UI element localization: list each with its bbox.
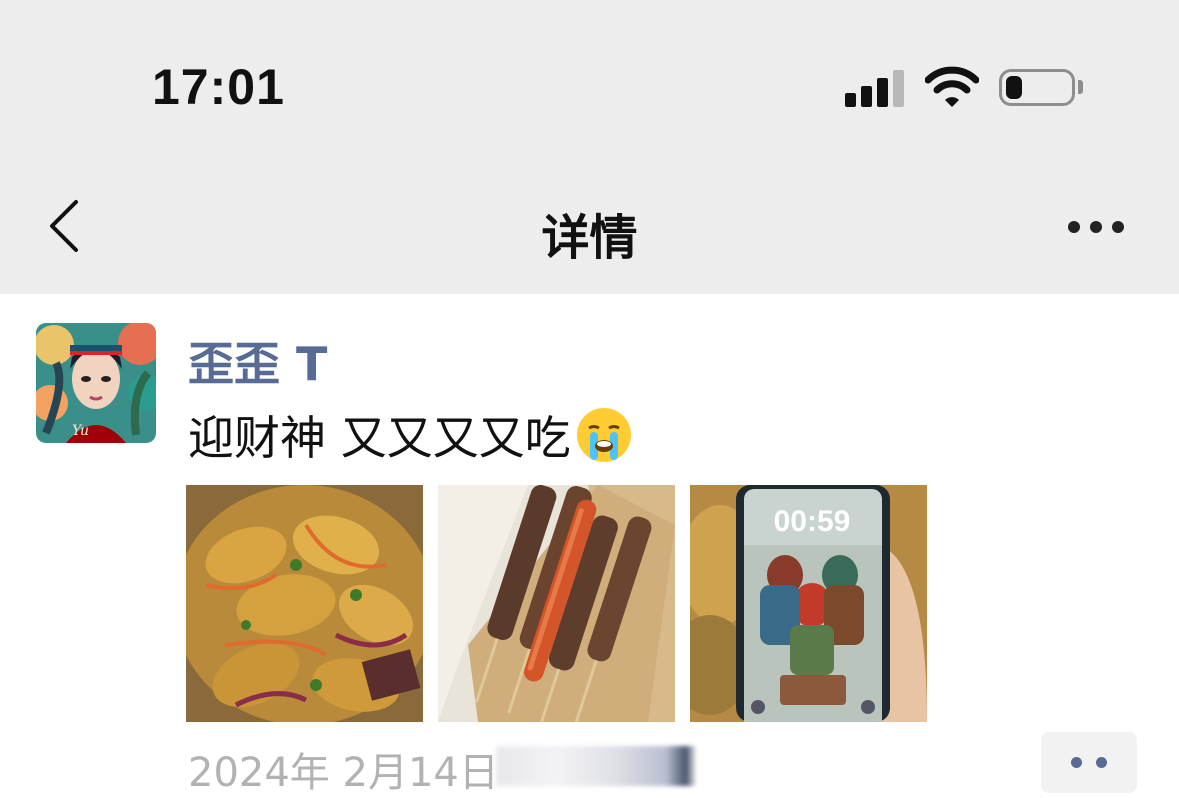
battery-level-fill xyxy=(1006,76,1022,99)
more-dots-icon[interactable] xyxy=(1060,212,1132,242)
post-timestamp: 2024年 2月14日 xyxy=(188,750,499,796)
avatar[interactable]: Yu xyxy=(36,323,156,443)
username[interactable]: 歪歪 T xyxy=(188,328,327,394)
cellular-signal-icon xyxy=(845,69,905,107)
battery-icon xyxy=(999,69,1075,106)
photo-skewers[interactable] xyxy=(438,485,675,722)
crying-face-emoji xyxy=(576,408,631,462)
page-title: 详情 xyxy=(541,210,638,266)
post-text-content: 迎财神 又又又又吃 xyxy=(188,411,571,465)
blurred-region xyxy=(496,746,696,786)
nav-bar: 详情 xyxy=(0,160,1179,294)
status-bar: 17:01 xyxy=(0,0,1179,160)
post-text: 迎财神 又又又又吃 xyxy=(188,402,633,468)
battery-cap xyxy=(1078,80,1083,94)
photo-phone-lockscreen[interactable]: 00:59 xyxy=(690,485,927,722)
svg-text:Yu: Yu xyxy=(72,423,89,439)
comment-dots-icon[interactable] xyxy=(1041,732,1137,793)
wifi-icon xyxy=(925,66,979,107)
photo-potato-dish[interactable] xyxy=(186,485,423,722)
post-detail: Yu 歪歪 T 迎财神 又又又又吃 00:59 2024年 2月14日 xyxy=(0,294,1179,796)
lockscreen-time: 00:59 xyxy=(774,505,851,538)
status-time: 17:01 xyxy=(152,59,285,115)
